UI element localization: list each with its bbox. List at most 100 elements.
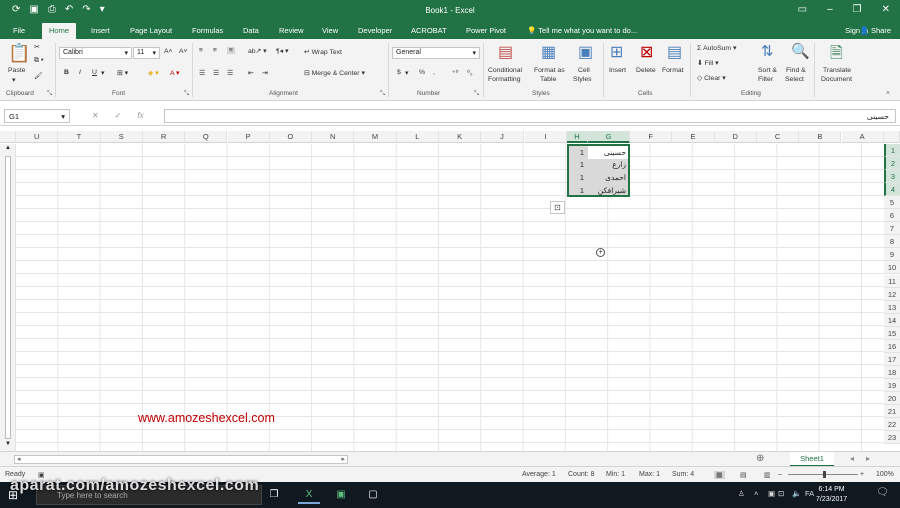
row-header-20[interactable]: 20 — [884, 391, 900, 405]
cell-styles-label2[interactable]: Styles — [573, 76, 592, 83]
column-header-c[interactable]: C — [756, 131, 800, 143]
tab-page-layout[interactable]: Page Layout — [130, 26, 172, 35]
name-box[interactable]: G1 ▾ — [4, 109, 70, 123]
app-taskbar-icon[interactable]: ▣ — [330, 486, 352, 504]
zoom-in-icon[interactable]: + — [860, 471, 864, 478]
minimize-icon[interactable]: – — [827, 4, 833, 15]
cut-icon[interactable]: ✂ — [34, 43, 40, 51]
column-header-s[interactable]: S — [100, 131, 143, 143]
column-header-o[interactable]: O — [269, 131, 313, 143]
scroll-left-icon[interactable]: ◂ — [17, 455, 21, 463]
tray-app-icon[interactable]: ▣ — [768, 489, 775, 498]
tell-me-box[interactable]: 💡 Tell me what you want to do... — [527, 26, 637, 35]
paste-dropdown-icon[interactable]: ▾ — [12, 76, 15, 84]
row-header-1[interactable]: 1 — [884, 144, 900, 157]
tab-power-pivot[interactable]: Power Pivot — [466, 26, 506, 35]
row-header-3[interactable]: 3 — [884, 170, 900, 184]
column-header-f[interactable]: F — [630, 131, 673, 143]
camtasia-taskbar-icon[interactable]: ▢ — [362, 486, 384, 504]
cell-g4[interactable]: شیرافکن — [588, 184, 628, 197]
cell-g3[interactable]: احمدی — [588, 171, 628, 184]
decrease-decimal-icon[interactable]: ⁰₀ — [467, 69, 473, 77]
cell-h2[interactable]: 1 — [569, 158, 587, 171]
tab-formulas[interactable]: Formulas — [192, 26, 223, 35]
insert-function-button[interactable]: fx — [137, 111, 143, 120]
decrease-font-icon[interactable]: A˅ — [179, 48, 188, 55]
decrease-indent-icon[interactable]: ⇤ — [248, 69, 254, 77]
row-header-2[interactable]: 2 — [884, 157, 900, 171]
font-color-icon[interactable]: A ▾ — [170, 69, 179, 77]
collapse-ribbon-icon[interactable]: ˄ — [886, 90, 890, 97]
volume-icon[interactable]: 🔈 — [792, 489, 801, 498]
paste-icon[interactable]: 📋 — [8, 43, 30, 64]
scroll-up-icon[interactable]: ▲ — [5, 145, 11, 151]
delete-cells-icon[interactable]: ⊠ — [640, 42, 653, 62]
column-header-g[interactable]: G — [588, 131, 630, 143]
underline-button[interactable]: U — [92, 69, 97, 76]
scroll-right-icon[interactable]: ▸ — [341, 455, 345, 463]
delete-cells-button[interactable]: Delete — [636, 67, 656, 74]
select-all-button[interactable] — [884, 131, 900, 143]
column-header-n[interactable]: N — [312, 131, 355, 143]
column-header-i[interactable]: I — [525, 131, 567, 143]
worksheet-grid[interactable] — [16, 144, 884, 451]
row-header-11[interactable]: 11 — [884, 274, 900, 288]
restore-icon[interactable]: ❐ — [853, 4, 862, 15]
find-select-label[interactable]: Find & — [786, 67, 806, 74]
translate-icon[interactable]: 🗎 — [830, 42, 843, 69]
scroll-down-icon[interactable]: ▼ — [5, 441, 11, 447]
number-launcher-icon[interactable]: ⤡ — [474, 90, 479, 98]
row-header-13[interactable]: 13 — [884, 300, 900, 314]
people-icon[interactable]: ♙ — [738, 489, 745, 498]
clipboard-launcher-icon[interactable]: ⤡ — [47, 90, 52, 98]
insert-cells-button[interactable]: Insert — [609, 67, 626, 74]
row-header-10[interactable]: 10 — [884, 261, 900, 275]
format-as-table-label[interactable]: Format as — [534, 67, 565, 74]
zoom-knob[interactable] — [823, 471, 826, 478]
paste-button[interactable]: Paste — [8, 67, 25, 74]
quick-analysis-icon[interactable]: ⊡ — [550, 201, 565, 214]
column-header-b[interactable]: B — [799, 131, 842, 143]
row-header-22[interactable]: 22 — [884, 418, 900, 432]
column-header-e[interactable]: E — [672, 131, 715, 143]
column-header-j[interactable]: J — [481, 131, 524, 143]
row-header-4[interactable]: 4 — [884, 183, 900, 197]
page-layout-view-icon[interactable]: ▤ — [740, 471, 747, 479]
column-header-h[interactable]: H — [567, 131, 588, 143]
cell-styles-label[interactable]: Cell — [578, 67, 590, 74]
next-sheet-icon[interactable]: ▸ — [866, 454, 870, 463]
page-break-view-icon[interactable]: ▥ — [764, 471, 771, 479]
row-header-18[interactable]: 18 — [884, 365, 900, 379]
sheet-tab-sheet1[interactable]: Sheet1 — [790, 452, 834, 467]
align-left-icon[interactable]: ☰ — [199, 69, 205, 77]
currency-button[interactable]: $ — [397, 69, 401, 76]
row-header-15[interactable]: 15 — [884, 326, 900, 340]
conditional-formatting-icon[interactable]: ▤ — [498, 42, 513, 62]
formula-input[interactable]: حسینی — [164, 109, 896, 123]
row-header-17[interactable]: 17 — [884, 352, 900, 366]
conditional-formatting-label[interactable]: Conditional — [488, 67, 522, 74]
merge-center-button[interactable]: ⊟ Merge & Center ▾ — [304, 69, 365, 77]
taskbar-clock[interactable]: 6:14 PM 7/23/2017 — [816, 485, 847, 505]
close-icon[interactable]: ✕ — [882, 4, 890, 15]
column-header-u[interactable]: U — [16, 131, 59, 143]
row-header-9[interactable]: 9 — [884, 248, 900, 262]
column-header-l[interactable]: L — [396, 131, 439, 143]
row-header-21[interactable]: 21 — [884, 405, 900, 418]
font-name-combo[interactable]: Calibri ▾ — [59, 47, 132, 59]
new-sheet-icon[interactable]: ⊕ — [756, 453, 764, 464]
tab-home[interactable]: Home — [42, 23, 77, 39]
percent-button[interactable]: % — [419, 69, 425, 76]
font-launcher-icon[interactable]: ⤡ — [184, 90, 189, 98]
zoom-out-icon[interactable]: – — [778, 471, 782, 478]
column-header-d[interactable]: D — [714, 131, 757, 143]
column-header-q[interactable]: Q — [185, 131, 228, 143]
tab-insert[interactable]: Insert — [91, 26, 110, 35]
excel-taskbar-icon[interactable]: X — [298, 486, 320, 504]
tab-file[interactable]: File — [13, 26, 25, 35]
italic-button[interactable]: I — [79, 69, 81, 76]
horizontal-scrollbar[interactable]: ◂ ▸ — [14, 455, 348, 464]
copy-icon[interactable]: ⧉ ▾ — [34, 57, 44, 65]
sort-filter-icon[interactable]: ⇅ — [761, 42, 774, 60]
comma-button[interactable]: , — [433, 69, 435, 76]
